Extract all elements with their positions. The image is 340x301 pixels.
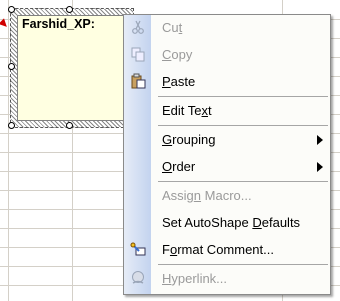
menu-item-label: Copy bbox=[162, 47, 193, 62]
menu-item-label: Set AutoShape Defaults bbox=[162, 215, 301, 230]
menu-item-grouping[interactable]: Grouping bbox=[124, 128, 330, 152]
resize-handle[interactable] bbox=[8, 122, 15, 129]
menu-item-hyperlink[interactable]: Hyperlink... bbox=[124, 267, 330, 291]
menu-item-cut[interactable]: Cut bbox=[124, 16, 330, 40]
menu-item-assign-macro[interactable]: Assign Macro... bbox=[124, 184, 330, 208]
menu-item-edit-text[interactable]: Edit Text bbox=[124, 99, 330, 123]
menu-item-label: Format Comment... bbox=[162, 242, 274, 257]
menu-item-label: Cut bbox=[162, 20, 183, 35]
menu-separator bbox=[158, 264, 328, 265]
copy-icon bbox=[131, 47, 145, 62]
menu-item-label: Assign Macro... bbox=[162, 188, 252, 203]
paste-icon bbox=[131, 73, 146, 89]
submenu-arrow-icon bbox=[317, 162, 323, 172]
format-comment-icon bbox=[130, 242, 146, 256]
menu-item-label: Paste bbox=[162, 74, 196, 89]
menu-separator bbox=[158, 96, 328, 97]
menu-item-label: Edit Text bbox=[162, 103, 212, 118]
menu-item-label: Hyperlink... bbox=[162, 271, 228, 286]
menu-item-order[interactable]: Order bbox=[124, 155, 330, 179]
hyperlink-icon bbox=[132, 271, 144, 284]
resize-handle[interactable] bbox=[66, 6, 73, 13]
menu-item-copy[interactable]: Copy bbox=[124, 43, 330, 67]
resize-handle[interactable] bbox=[8, 63, 15, 70]
menu-item-set-autoshape-defaults[interactable]: Set AutoShape Defaults bbox=[124, 211, 330, 235]
resize-handle[interactable] bbox=[66, 122, 73, 129]
menu-item-label: Order bbox=[162, 159, 196, 174]
grid-line bbox=[8, 0, 9, 301]
comment-box[interactable]: Farshid_XP: bbox=[17, 15, 127, 121]
menu-separator bbox=[158, 181, 328, 182]
menu-item-format-comment[interactable]: Format Comment... bbox=[124, 238, 330, 262]
menu-separator bbox=[158, 125, 328, 126]
comment-author: Farshid_XP: bbox=[22, 17, 95, 31]
menu-item-label: Grouping bbox=[162, 132, 216, 147]
context-menu: Cut Copy Paste Edit Text Grouping Order … bbox=[123, 14, 331, 295]
resize-handle[interactable] bbox=[8, 6, 15, 13]
scissors-icon bbox=[132, 20, 144, 34]
menu-item-paste[interactable]: Paste bbox=[124, 70, 330, 94]
submenu-arrow-icon bbox=[317, 135, 323, 145]
